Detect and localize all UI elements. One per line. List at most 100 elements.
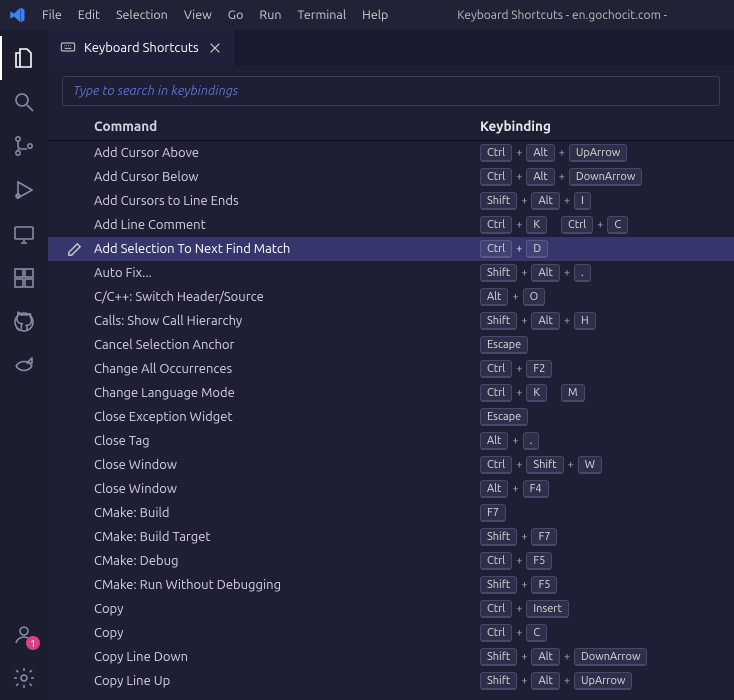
key: F5 [531, 576, 557, 594]
keybinding-row[interactable]: Close TagAlt+. [48, 429, 734, 453]
app-logo-icon [0, 6, 34, 24]
key: Alt [531, 648, 559, 666]
keybinding-row[interactable]: CopyCtrl+C [48, 621, 734, 645]
activity-explorer-icon[interactable] [0, 36, 48, 80]
menu-run[interactable]: Run [251, 0, 289, 30]
keybinding-row[interactable]: C/C++: Switch Header/SourceAlt+O [48, 285, 734, 309]
menu-selection[interactable]: Selection [108, 0, 176, 30]
keybindings-list[interactable]: Add Cursor AboveCtrl+Alt+UpArrowAdd Curs… [48, 141, 734, 700]
keybinding-keys: Ctrl+Insert [480, 600, 734, 618]
keybinding-row[interactable]: Add Cursors to Line EndsShift+Alt+I [48, 189, 734, 213]
menu-terminal[interactable]: Terminal [289, 0, 354, 30]
keybinding-command-label: Change Language Mode [90, 386, 480, 400]
key: Alt [480, 480, 508, 498]
key: F2 [526, 360, 552, 378]
header-command[interactable]: Command [90, 118, 480, 134]
keybinding-command-label: CMake: Debug [90, 554, 480, 568]
activity-accounts-icon[interactable]: 1 [0, 612, 48, 656]
accounts-badge: 1 [26, 636, 40, 650]
key: Escape [480, 408, 528, 426]
activity-remote-icon[interactable] [0, 212, 48, 256]
key: H [574, 312, 596, 330]
key: Ctrl [561, 216, 593, 234]
activity-extensions-icon[interactable] [0, 256, 48, 300]
keybinding-row[interactable]: Close WindowAlt+F4 [48, 477, 734, 501]
activity-search-icon[interactable] [0, 80, 48, 124]
tab-keyboard-shortcuts[interactable]: Keyboard Shortcuts [48, 30, 236, 66]
keybinding-row[interactable]: Add Cursor AboveCtrl+Alt+UpArrow [48, 141, 734, 165]
key: Escape [480, 336, 528, 354]
keybinding-row[interactable]: Change All OccurrencesCtrl+F2 [48, 357, 734, 381]
key: Ctrl [480, 240, 512, 258]
key: Alt [531, 312, 559, 330]
keybinding-row[interactable]: CMake: Build TargetShift+F7 [48, 525, 734, 549]
activity-settings-icon[interactable] [0, 656, 48, 700]
keybinding-row[interactable]: CopyCtrl+Insert [48, 597, 734, 621]
keybinding-row[interactable]: Copy Line UpShift+Alt+UpArrow [48, 669, 734, 693]
menu-file[interactable]: File [34, 0, 70, 30]
keybinding-keys: Shift+Alt+H [480, 312, 734, 330]
keybinding-command-label: CMake: Build [90, 506, 480, 520]
keybinding-keys: Escape [480, 336, 734, 354]
keybinding-keys: Ctrl+F5 [480, 552, 734, 570]
keybinding-keys: Shift+F5 [480, 576, 734, 594]
keybindings-search-input[interactable] [63, 77, 719, 105]
activity-run-debug-icon[interactable] [0, 168, 48, 212]
key: Shift [480, 312, 517, 330]
key: Shift [480, 192, 517, 210]
key: DownArrow [574, 648, 647, 666]
key: Shift [480, 672, 517, 690]
keybinding-command-label: Add Cursor Above [90, 146, 480, 160]
menubar: File Edit Selection View Go Run Terminal… [34, 0, 396, 30]
keybindings-search[interactable] [62, 76, 720, 106]
edit-keybinding-icon[interactable] [48, 242, 90, 257]
key: Ctrl [480, 216, 512, 234]
key: Ctrl [480, 552, 512, 570]
key: Shift [480, 576, 517, 594]
key: Alt [480, 288, 508, 306]
keybinding-keys: Escape [480, 408, 734, 426]
keybinding-row[interactable]: Close WindowCtrl+Shift+W [48, 453, 734, 477]
keybinding-keys: Shift+F7 [480, 528, 734, 546]
keybinding-row[interactable]: CMake: DebugCtrl+F5 [48, 549, 734, 573]
keybinding-row[interactable]: Change Language ModeCtrl+KM [48, 381, 734, 405]
keybinding-keys: Ctrl+Alt+DownArrow [480, 168, 734, 186]
keybinding-row[interactable]: CMake: Run Without DebuggingShift+F5 [48, 573, 734, 597]
keybinding-row[interactable]: Cancel Selection AnchorEscape [48, 333, 734, 357]
keybinding-command-label: Close Window [90, 482, 480, 496]
key: O [523, 288, 546, 306]
key: Ctrl [480, 168, 512, 186]
keybinding-row[interactable]: Add Cursor BelowCtrl+Alt+DownArrow [48, 165, 734, 189]
activity-github-icon[interactable] [0, 300, 48, 344]
keybinding-command-label: Copy Line Down [90, 650, 480, 664]
activity-bar: 1 [0, 30, 48, 700]
keybinding-keys: Shift+Alt+. [480, 264, 734, 282]
key: F5 [526, 552, 552, 570]
keybinding-command-label: Auto Fix... [90, 266, 480, 280]
key: F4 [523, 480, 549, 498]
keybinding-keys: Ctrl+Shift+W [480, 456, 734, 474]
keybinding-row[interactable]: Close Exception WidgetEscape [48, 405, 734, 429]
key: Ctrl [480, 456, 512, 474]
keybinding-keys: Ctrl+F2 [480, 360, 734, 378]
tab-bar: Keyboard Shortcuts [48, 30, 734, 66]
keybinding-row[interactable]: Copy Line DownShift+Alt+DownArrow [48, 645, 734, 669]
activity-live-share-icon[interactable] [0, 344, 48, 388]
menu-view[interactable]: View [176, 0, 220, 30]
menu-help[interactable]: Help [354, 0, 396, 30]
activity-source-control-icon[interactable] [0, 124, 48, 168]
keybinding-keys: Ctrl+D [480, 240, 734, 258]
keybinding-row[interactable]: Add Line CommentCtrl+KCtrl+C [48, 213, 734, 237]
key: W [578, 456, 602, 474]
keybinding-keys: Ctrl+KM [480, 384, 734, 402]
keybinding-row[interactable]: CMake: BuildF7 [48, 501, 734, 525]
header-keybinding[interactable]: Keybinding [480, 118, 734, 134]
key: I [574, 192, 591, 210]
keybinding-row[interactable]: Calls: Show Call HierarchyShift+Alt+H [48, 309, 734, 333]
keybinding-row[interactable]: Auto Fix...Shift+Alt+. [48, 261, 734, 285]
close-icon[interactable] [207, 40, 223, 56]
menu-go[interactable]: Go [220, 0, 252, 30]
keybinding-command-label: Add Line Comment [90, 218, 480, 232]
keybinding-row[interactable]: Add Selection To Next Find MatchCtrl+D [48, 237, 734, 261]
menu-edit[interactable]: Edit [70, 0, 108, 30]
